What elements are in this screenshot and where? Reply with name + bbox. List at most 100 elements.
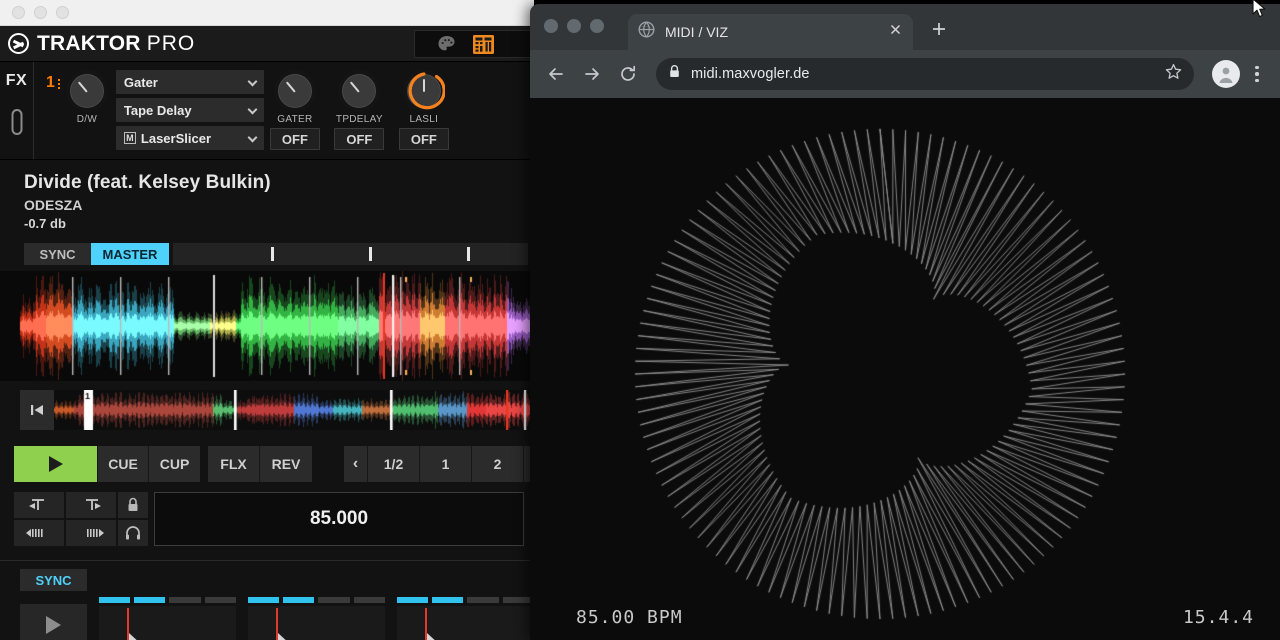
loop-slot-2[interactable] bbox=[248, 597, 385, 640]
loop-size-1-button[interactable]: 1 bbox=[420, 446, 472, 482]
omnibox[interactable]: midi.maxvogler.de bbox=[656, 58, 1194, 90]
mixer-icon[interactable] bbox=[473, 35, 493, 53]
browser-minimize-button[interactable] bbox=[567, 19, 581, 33]
fx-param-name-lasli: LASLI bbox=[409, 114, 438, 125]
track-artist: ODESZA bbox=[24, 197, 534, 213]
back-arrow-icon[interactable] bbox=[540, 58, 572, 90]
kebab-menu-icon[interactable] bbox=[1244, 66, 1270, 83]
fx-slot-dots-icon[interactable] bbox=[58, 79, 60, 89]
globe-icon bbox=[638, 21, 655, 43]
fx-toggle-tpdelay[interactable]: OFF bbox=[334, 128, 384, 150]
mouse-cursor-icon bbox=[1252, 0, 1268, 25]
fx-toggle-lasli[interactable]: OFF bbox=[399, 128, 449, 150]
chevron-down-icon bbox=[247, 77, 257, 87]
beat-jump-back-button[interactable] bbox=[14, 492, 64, 518]
tab-midi-viz[interactable]: MIDI / VIZ bbox=[628, 14, 913, 50]
chevron-down-icon bbox=[247, 105, 257, 115]
lower-sync-button[interactable]: SYNC bbox=[20, 569, 87, 591]
chevron-down-icon bbox=[247, 133, 257, 143]
fx-effect-select-1[interactable]: Gater bbox=[116, 70, 264, 94]
play-icon bbox=[40, 613, 66, 637]
bpm-readout: 85.00 BPM bbox=[576, 607, 683, 628]
phase-meter[interactable] bbox=[173, 243, 528, 265]
traktor-titlebar bbox=[0, 0, 534, 26]
cue-button[interactable]: CUE bbox=[98, 446, 149, 482]
loop-slot-1-segments bbox=[99, 597, 236, 603]
fx-param-knob-tpdelay[interactable]: TPDELAY bbox=[336, 70, 383, 125]
fx-effect-select-3[interactable]: MLaserSlicer bbox=[116, 126, 264, 150]
reload-icon[interactable] bbox=[612, 58, 644, 90]
tempo-bend-back-button[interactable] bbox=[14, 520, 64, 546]
traktor-logo-icon bbox=[8, 33, 29, 54]
jump-to-start-button[interactable] bbox=[20, 390, 54, 430]
transport-main-group: CUE CUP bbox=[14, 446, 200, 482]
tempo-bend-forward-button[interactable] bbox=[66, 520, 116, 546]
brand-name: TRAKTOR bbox=[37, 32, 141, 55]
link-icon[interactable] bbox=[10, 108, 24, 141]
fx-effect-selectors: Gater Tape Delay MLaserSlicer bbox=[116, 70, 264, 150]
track-gain: -0.7 db bbox=[24, 216, 534, 231]
loop-size-decrease-button[interactable]: ‹ bbox=[344, 446, 368, 482]
key-lock-icon[interactable] bbox=[118, 492, 148, 518]
fx-param-name-gater: GATER bbox=[277, 114, 312, 125]
waveform-display[interactable] bbox=[0, 271, 534, 381]
traktor-close-button[interactable] bbox=[12, 6, 25, 19]
fx-param-lasli: LASLI OFF bbox=[397, 70, 451, 150]
track-title: Divide (feat. Kelsey Bulkin) bbox=[24, 172, 534, 194]
reverse-button[interactable]: REV bbox=[260, 446, 312, 482]
beat-jump-forward-button[interactable] bbox=[66, 492, 116, 518]
fx-dry-wet-knob[interactable]: D/W bbox=[66, 70, 108, 125]
new-tab-button[interactable] bbox=[925, 15, 953, 43]
loop-slot-1[interactable] bbox=[99, 597, 236, 640]
fx-param-knob-lasli[interactable]: LASLI bbox=[403, 70, 445, 125]
cup-button[interactable]: CUP bbox=[149, 446, 200, 482]
browser-maximize-button[interactable] bbox=[590, 19, 604, 33]
loop-size-half-button[interactable]: 1/2 bbox=[368, 446, 420, 482]
waveform-minimap[interactable] bbox=[0, 387, 534, 432]
forward-arrow-icon[interactable] bbox=[576, 58, 608, 90]
flux-button[interactable]: FLX bbox=[208, 446, 260, 482]
waveform-canvas[interactable] bbox=[0, 271, 534, 381]
star-icon[interactable] bbox=[1165, 63, 1182, 85]
loop-size-2-button[interactable]: 2 bbox=[472, 446, 524, 482]
traktor-window: TRAKTOR PRO FX 1 D/W bbox=[0, 0, 534, 640]
fx-toggle-gater[interactable]: OFF bbox=[270, 128, 320, 150]
traktor-minimize-button[interactable] bbox=[34, 6, 47, 19]
play-icon bbox=[45, 454, 67, 474]
lock-icon bbox=[668, 64, 681, 84]
minimap-canvas[interactable] bbox=[54, 390, 534, 430]
loop-slot-1-box[interactable] bbox=[99, 606, 236, 640]
page-viewport: 85.00 BPM 15.4.4 bbox=[530, 98, 1280, 640]
loop-slot-2-box[interactable] bbox=[248, 606, 385, 640]
lower-play-button[interactable] bbox=[20, 604, 87, 640]
traktor-maximize-button[interactable] bbox=[56, 6, 69, 19]
loop-slot-3-box[interactable] bbox=[397, 606, 534, 640]
avatar-icon[interactable] bbox=[1212, 60, 1240, 88]
play-button[interactable] bbox=[14, 446, 98, 482]
visualizer-canvas[interactable] bbox=[530, 98, 1280, 640]
master-button[interactable]: MASTER bbox=[91, 243, 169, 265]
fx-param-tpdelay: TPDELAY OFF bbox=[330, 70, 389, 150]
tempo-value[interactable]: 85.000 bbox=[154, 492, 524, 546]
loop-slot-2-segments bbox=[248, 597, 385, 603]
palette-icon[interactable] bbox=[437, 35, 457, 53]
sync-button[interactable]: SYNC bbox=[24, 243, 91, 265]
brand-suffix: PRO bbox=[147, 32, 196, 55]
fx-effect-select-2[interactable]: Tape Delay bbox=[116, 98, 264, 122]
url-text[interactable]: midi.maxvogler.de bbox=[691, 66, 1165, 82]
transport-mode-group: FLX REV bbox=[208, 446, 312, 482]
headphone-cue-icon[interactable] bbox=[118, 520, 148, 546]
loop-slot-3[interactable] bbox=[397, 597, 534, 640]
fx-body: 1 D/W Gater Tape Delay MLaserSlicer bbox=[34, 62, 534, 159]
fx-param-knob-gater[interactable]: GATER bbox=[274, 70, 316, 125]
traktor-header: TRAKTOR PRO bbox=[0, 26, 534, 62]
fx-slot-number[interactable]: 1 bbox=[46, 74, 55, 92]
browser-close-button[interactable] bbox=[544, 19, 558, 33]
fx-effect-label-2: Tape Delay bbox=[124, 103, 192, 118]
browser-traffic-lights bbox=[544, 19, 604, 33]
sync-master-row: SYNC MASTER bbox=[24, 243, 534, 265]
close-icon[interactable] bbox=[888, 22, 903, 42]
fx-dry-wet-label: D/W bbox=[77, 114, 97, 125]
browser-tabstrip: MIDI / VIZ bbox=[530, 4, 1280, 50]
loop-size-group: ‹ 1/2 1 2 › bbox=[344, 446, 534, 482]
